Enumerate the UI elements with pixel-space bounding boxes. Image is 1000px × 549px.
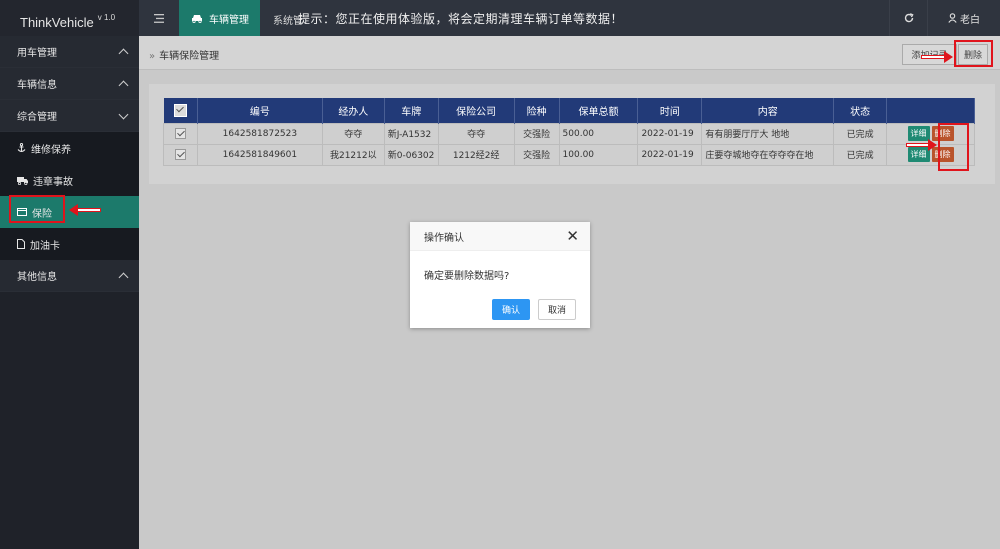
cell-plate: 新0-06302: [383, 143, 439, 166]
cell-content: 有有朋要厅厅大 地地: [701, 122, 835, 145]
cell-content: 庄要夺城地夺在夺夺夺在地: [701, 143, 835, 166]
user-icon: [948, 13, 957, 23]
column-header: 编号: [197, 98, 323, 123]
cell-time: 2022-01-19: [637, 143, 703, 166]
chevron-down-icon: [118, 109, 129, 119]
confirm-dialog: 操作确认 ✕ 确定要删除数据吗? 确认 取消: [410, 222, 590, 328]
cell-type: 交强险: [513, 122, 560, 145]
annotation-arrow-sidebar: [69, 204, 101, 216]
app-brand[interactable]: ThinkVehicle v 1.0: [0, 0, 139, 36]
dialog-message: 确定要删除数据吗?: [424, 271, 510, 282]
table-panel: 编号 经办人 车牌 保险公司 险种 保单总额 时间 内容 状态 16425818…: [149, 84, 995, 184]
sidebar-group-label: 车辆信息: [17, 80, 57, 91]
tab-vehicle-management[interactable]: 车辆管理: [179, 0, 260, 36]
row-select-cell[interactable]: [163, 143, 198, 166]
cancel-button[interactable]: 取消: [538, 299, 576, 320]
sidebar-group-other[interactable]: 其他信息: [0, 260, 139, 292]
cell-company: 夺夺: [437, 122, 515, 145]
column-header: 经办人: [322, 98, 385, 123]
sidebar-group-label: 用车管理: [17, 48, 57, 59]
sidebar-item-label: 违章事故: [33, 176, 73, 188]
dialog-header: 操作确认 ✕: [410, 222, 590, 251]
double-chevron-icon: »: [149, 51, 156, 62]
cell-plate: 新J-A1532: [383, 122, 439, 145]
table-row: 1642581849601 我21212以 新0-06302 1212经2经 交…: [163, 143, 975, 166]
cell-amount: 500.00: [558, 122, 639, 145]
column-header: 时间: [637, 98, 703, 123]
table-header-row: 编号 经办人 车牌 保险公司 险种 保单总额 时间 内容 状态: [163, 98, 975, 123]
sidebar-item-fuel-card[interactable]: 加油卡: [0, 228, 139, 260]
user-name: 老白: [960, 14, 980, 26]
sidebar-group-label: 综合管理: [17, 112, 57, 123]
confirm-button[interactable]: 确认: [492, 299, 530, 320]
cell-status: 已完成: [833, 122, 888, 145]
column-header: 保险公司: [438, 98, 515, 123]
chevron-up-icon: [118, 272, 129, 283]
row-select-cell[interactable]: [163, 122, 198, 145]
cell-time: 2022-01-19: [637, 122, 703, 145]
cell-id: 1642581849601: [196, 143, 323, 166]
breadcrumb-bar: »车辆保险管理 添加记录 删除: [139, 36, 1000, 70]
app-version: v 1.0: [97, 13, 116, 22]
dialog-title: 操作确认: [424, 232, 464, 244]
sidebar-item-label: 加油卡: [30, 240, 60, 252]
select-all-checkbox[interactable]: [173, 103, 187, 117]
breadcrumb-label: 车辆保险管理: [159, 51, 220, 62]
breadcrumb: » 车辆保险管理: [149, 47, 219, 62]
cell-handler: 夺夺: [321, 122, 385, 145]
table-row: 1642581872523 夺夺 新J-A1532 夺夺 交强险 500.00 …: [163, 122, 975, 145]
row-checkbox[interactable]: [174, 128, 186, 139]
cell-handler: 我21212以: [321, 143, 385, 166]
cell-company: 1212经2经: [437, 143, 515, 166]
dialog-footer: 确认 取消: [492, 299, 576, 320]
sidebar-item-maintenance[interactable]: 维修保养: [0, 132, 139, 164]
refresh-button[interactable]: [889, 0, 927, 36]
truck-icon: [17, 176, 28, 185]
column-header: [886, 98, 975, 123]
chevron-up-icon: [118, 48, 129, 59]
sidebar-item-violations[interactable]: 违章事故: [0, 164, 139, 196]
annotation-box-sidebar: [9, 195, 65, 223]
car-icon: [192, 14, 202, 23]
refresh-icon: [904, 13, 914, 23]
sidebar-group-vehicle-info[interactable]: 车辆信息: [0, 68, 139, 100]
notice-text: 提示：您正在使用体验版，将会定期清理车辆订单等数据！: [298, 12, 624, 26]
sidebar-item-label: 维修保养: [31, 144, 71, 156]
detail-button[interactable]: 详细: [907, 126, 930, 141]
annotation-arrow-row: [906, 139, 937, 151]
cell-type: 交强险: [513, 143, 560, 166]
annotation-box-top-delete: [954, 40, 993, 67]
sidebar: 用车管理 车辆信息 综合管理 维修保养 违章事故 保险 加油卡 其他信息: [0, 36, 139, 549]
tab-vehicle-management-label: 车辆管理: [209, 14, 249, 26]
file-icon: [17, 239, 25, 249]
anchor-icon: [17, 143, 26, 152]
sidebar-group-car-use[interactable]: 用车管理: [0, 36, 139, 68]
sidebar-group-general[interactable]: 综合管理: [0, 100, 139, 132]
hamburger-icon: [154, 13, 164, 23]
column-header: 内容: [701, 98, 835, 123]
select-all-cell[interactable]: [163, 98, 198, 123]
cell-id: 1642581872523: [196, 122, 323, 145]
annotation-box-row-delete: [938, 123, 969, 171]
column-header: 车牌: [384, 98, 439, 123]
column-header: 保单总额: [559, 98, 639, 123]
row-checkbox[interactable]: [174, 149, 186, 160]
menu-toggle-button[interactable]: [139, 0, 179, 36]
cell-status: 已完成: [833, 143, 888, 166]
top-bar: ThinkVehicle v 1.0 车辆管理 系统管 提示：您正在使用体验版，将…: [0, 0, 1000, 36]
column-header: 险种: [514, 98, 560, 123]
sidebar-group-label: 其他信息: [17, 272, 57, 283]
column-header: 状态: [833, 98, 888, 123]
detail-button[interactable]: 详细: [907, 147, 930, 162]
insurance-table: 编号 经办人 车牌 保险公司 险种 保单总额 时间 内容 状态 16425818…: [163, 98, 975, 166]
cell-amount: 100.00: [558, 143, 639, 166]
app-name: ThinkVehicle: [20, 15, 94, 30]
chevron-up-icon: [118, 80, 129, 91]
close-icon[interactable]: ✕: [566, 228, 579, 244]
user-menu[interactable]: 老白: [927, 0, 1000, 36]
annotation-arrow-top: [921, 51, 953, 63]
